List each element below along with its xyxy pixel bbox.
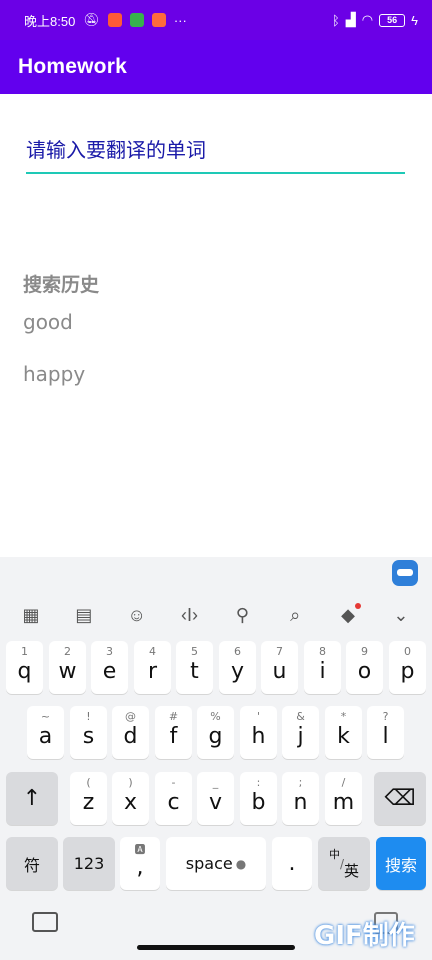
voice-a-icon: 🅰︎	[134, 843, 146, 856]
apps-grid-icon[interactable]: ▦	[18, 605, 44, 626]
skin-gem-icon[interactable]: ◆	[335, 602, 362, 626]
period-key[interactable]: .	[272, 837, 312, 890]
app-notification-icon	[107, 13, 122, 27]
app-notification-icon	[151, 13, 166, 27]
gif-watermark: GIF制作	[314, 921, 415, 951]
status-bar: 晚上8:50 🔕︎ ··· ᛒ ▟ ◠ 56 ϟ	[0, 0, 432, 40]
key-n[interactable]: ; n	[282, 772, 319, 825]
history-item-good[interactable]: good	[23, 310, 73, 334]
word-input-container	[26, 130, 405, 174]
screen: 晚上8:50 🔕︎ ··· ᛒ ▟ ◠ 56 ϟ Homework 搜索历史 g…	[0, 0, 432, 960]
key-p[interactable]: 0p	[389, 641, 426, 694]
key-x[interactable]: ) x	[112, 772, 149, 825]
word-search-input[interactable]	[26, 130, 405, 170]
search-icon[interactable]: ⌕	[282, 605, 308, 626]
key-d[interactable]: @ d	[112, 706, 149, 759]
key-b[interactable]: :b	[240, 772, 277, 825]
key-i[interactable]: 8i	[304, 641, 341, 694]
key-o[interactable]: 9o	[346, 641, 383, 694]
key-w[interactable]: 2w	[49, 641, 86, 694]
cursor-move-icon[interactable]: ‹I›	[177, 605, 203, 626]
key-u[interactable]: 7u	[261, 641, 298, 694]
space-key[interactable]: space ●	[166, 837, 266, 890]
charging-icon: ϟ	[411, 12, 418, 28]
alarm-off-icon: 🔕︎	[83, 12, 100, 27]
battery-indicator: 56	[379, 13, 406, 27]
backspace-key[interactable]: ⌫	[374, 772, 426, 825]
key-g[interactable]: % g	[197, 706, 234, 759]
home-gesture-bar[interactable]	[137, 945, 295, 950]
key-e[interactable]: 3e	[91, 641, 128, 694]
more-dots-icon: ···	[173, 12, 187, 28]
key-q[interactable]: 1q	[6, 641, 43, 694]
signal-icon: ▟	[345, 12, 356, 27]
key-f[interactable]: # f	[155, 706, 192, 759]
key-y[interactable]: 6y	[219, 641, 256, 694]
microphone-icon: ●	[235, 856, 247, 871]
key-m[interactable]: / m	[325, 772, 362, 825]
key-t[interactable]: 5t	[176, 641, 213, 694]
key-c[interactable]: -c	[155, 772, 192, 825]
assistant-robot-icon[interactable]	[392, 560, 418, 586]
app-toolbar: Homework	[0, 40, 432, 94]
numbers-key[interactable]: 123	[63, 837, 115, 890]
key-h[interactable]: ' h	[240, 706, 277, 759]
key-l[interactable]: ? l	[367, 706, 404, 759]
search-submit-key[interactable]: 搜索	[376, 837, 426, 890]
key-z[interactable]: (z	[70, 772, 107, 825]
app-notification-icon	[129, 13, 144, 27]
bluetooth-icon: ᛒ	[331, 12, 340, 28]
symbol-key[interactable]: 符	[6, 837, 58, 890]
keyboard-toolbar: ▦ ▤ ☺ ‹I› ⚲ ⌕ ◆ ⌄	[0, 597, 432, 633]
comma-key[interactable]: 🅰︎,	[120, 837, 160, 890]
wifi-icon: ◠	[361, 12, 374, 27]
status-time: 晚上8:50	[24, 13, 76, 29]
key-r[interactable]: 4r	[134, 641, 171, 694]
keyboard-layout-icon[interactable]: ▤	[71, 605, 97, 626]
clipboard-link-icon[interactable]: ⚲	[229, 605, 255, 626]
key-a[interactable]: ~ a	[27, 706, 64, 759]
language-switch-key[interactable]: 中 / 英	[318, 837, 370, 890]
key-v[interactable]: _ v	[197, 772, 234, 825]
key-j[interactable]: & j	[282, 706, 319, 759]
key-k[interactable]: * k	[325, 706, 362, 759]
history-title: 搜索历史	[23, 274, 100, 296]
app-title: Homework	[18, 55, 127, 78]
emoji-icon[interactable]: ☺	[124, 605, 150, 626]
collapse-keyboard-icon[interactable]: ⌄	[388, 605, 414, 626]
history-item-happy[interactable]: happy	[23, 362, 85, 386]
keyboard-switch-icon[interactable]	[32, 912, 58, 932]
shift-key[interactable]: ↑	[6, 772, 58, 825]
key-s[interactable]: ! s	[70, 706, 107, 759]
